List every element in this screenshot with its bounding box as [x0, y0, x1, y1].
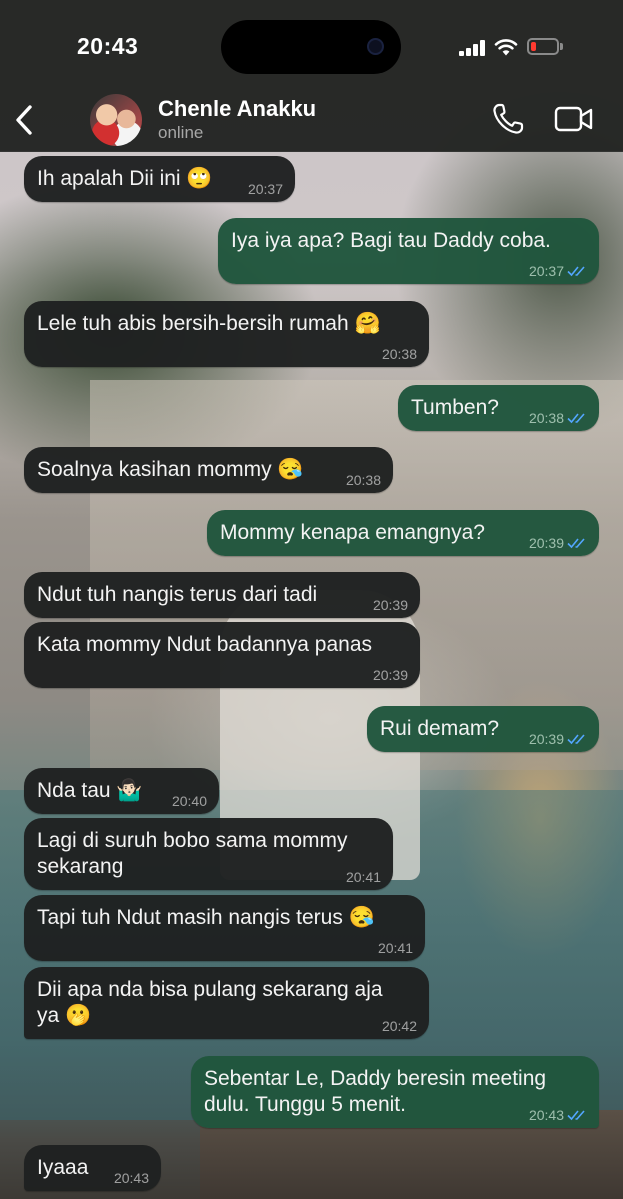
wifi-icon [494, 39, 518, 56]
message-text: Dii apa nda bisa pulang sekarang aja ya … [37, 978, 383, 1027]
message-time: 20:39 [529, 732, 587, 746]
message-incoming[interactable]: Tapi tuh Ndut masih nangis terus 😪 20:41 [24, 895, 425, 961]
message-incoming[interactable]: Kata mommy Ndut badannya panas 20:39 [24, 622, 420, 688]
message-incoming[interactable]: Soalnya kasihan mommy 😪 20:38 [24, 447, 393, 493]
double-check-icon [567, 538, 585, 549]
video-camera-icon[interactable] [554, 104, 594, 134]
message-outgoing[interactable]: Tumben? 20:38 [398, 385, 599, 431]
message-time: 20:43 [113, 1170, 149, 1186]
message-time: 20:38 [381, 346, 417, 362]
double-check-icon [567, 734, 585, 745]
cellular-signal-icon [459, 40, 487, 56]
message-time: 20:37 [247, 181, 283, 197]
double-check-icon [567, 266, 585, 277]
message-outgoing[interactable]: Mommy kenapa emangnya? 20:39 [207, 510, 599, 556]
message-incoming[interactable]: Lagi di suruh bobo sama mommy sekarang 2… [24, 818, 393, 890]
message-time: 20:43 [529, 1108, 587, 1122]
message-time: 20:39 [372, 597, 408, 613]
front-camera-icon [367, 38, 384, 55]
double-check-icon [567, 413, 585, 424]
message-text: Lele tuh abis bersih-bersih rumah 🤗 [37, 312, 381, 335]
message-outgoing[interactable]: Iya iya apa? Bagi tau Daddy coba. 20:37 [218, 218, 599, 284]
message-incoming[interactable]: Ndut tuh nangis terus dari tadi 20:39 [24, 572, 420, 618]
message-incoming[interactable]: Dii apa nda bisa pulang sekarang aja ya … [24, 967, 429, 1039]
message-time: 20:39 [529, 536, 587, 550]
message-time: 20:38 [345, 472, 381, 488]
battery-tip [560, 43, 563, 50]
message-incoming[interactable]: Iyaaa 20:43 [24, 1145, 161, 1191]
message-text: Ih apalah Dii ini 🙄 [37, 167, 213, 190]
contact-name[interactable]: Chenle Anakku [158, 96, 316, 122]
message-time: 20:40 [171, 793, 207, 809]
message-time: 20:41 [345, 869, 381, 885]
status-time: 20:43 [77, 33, 139, 59]
message-outgoing[interactable]: Sebentar Le, Daddy beresin meeting dulu.… [191, 1056, 599, 1128]
message-text: Soalnya kasihan mommy 😪 [37, 458, 304, 481]
status-bar: 20:43 [0, 0, 623, 92]
message-text: Tapi tuh Ndut masih nangis terus 😪 [37, 906, 375, 929]
contact-status: online [158, 123, 204, 142]
double-check-icon [567, 1110, 585, 1121]
message-time: 20:37 [529, 264, 587, 278]
message-time: 20:42 [381, 1018, 417, 1034]
message-time: 20:41 [377, 940, 413, 956]
chevron-left-icon[interactable] [10, 102, 40, 138]
message-outgoing[interactable]: Rui demam? 20:39 [367, 706, 599, 752]
message-text: Ndut tuh nangis terus dari tadi [37, 583, 318, 606]
message-text: Iya iya apa? Bagi tau Daddy coba. [231, 229, 551, 252]
chat-header: Chenle Anakku online [0, 92, 623, 152]
message-incoming[interactable]: Lele tuh abis bersih-bersih rumah 🤗 20:3… [24, 301, 429, 367]
phone-icon[interactable] [491, 102, 525, 136]
battery-icon [527, 38, 559, 55]
message-incoming[interactable]: Nda tau 🤷🏻‍♂️ 20:40 [24, 768, 219, 814]
message-text: Kata mommy Ndut badannya panas [37, 633, 373, 656]
message-time: 20:38 [529, 411, 587, 425]
message-text: Lagi di suruh bobo sama mommy sekarang [37, 829, 348, 878]
message-time: 20:39 [372, 667, 408, 683]
message-incoming[interactable]: Ih apalah Dii ini 🙄 20:37 [24, 156, 295, 202]
avatar[interactable] [90, 94, 142, 146]
